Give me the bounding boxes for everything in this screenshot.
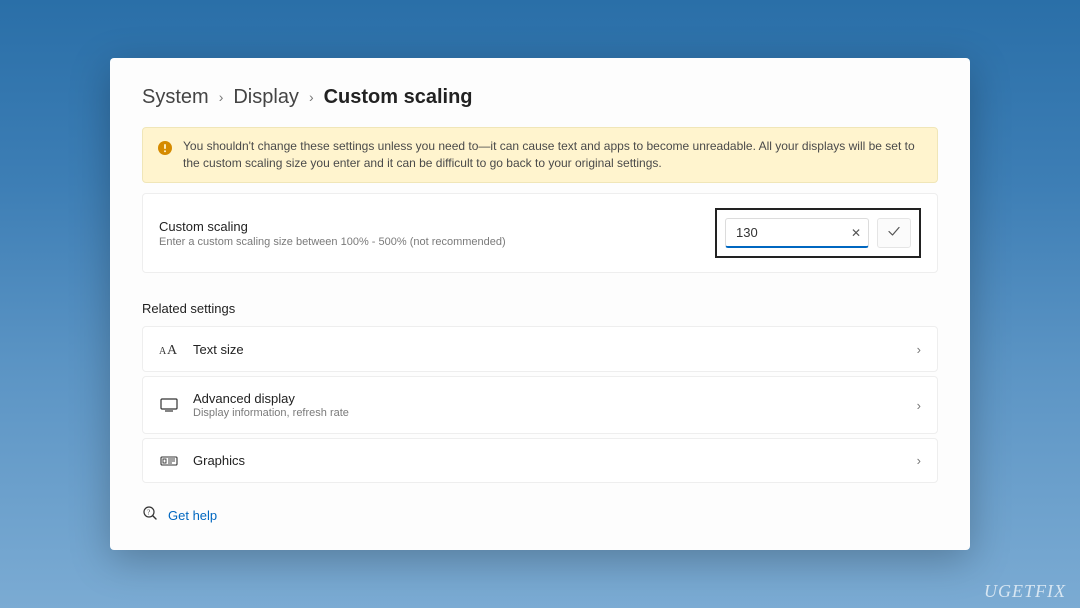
warning-banner: You shouldn't change these settings unle… — [142, 127, 938, 184]
custom-scaling-title: Custom scaling — [159, 219, 715, 234]
related-item-graphics[interactable]: Graphics › — [142, 438, 938, 483]
related-item-subtitle: Display information, refresh rate — [193, 407, 903, 419]
related-item-title: Graphics — [193, 453, 903, 468]
related-item-title: Advanced display — [193, 391, 903, 406]
watermark: UGETFIX — [984, 581, 1066, 602]
text-size-icon: AA — [159, 341, 179, 357]
warning-icon — [157, 140, 173, 161]
chevron-right-icon: › — [917, 398, 921, 413]
custom-scaling-input[interactable] — [725, 218, 869, 248]
custom-scaling-row: Custom scaling Enter a custom scaling si… — [142, 193, 938, 273]
graphics-icon — [159, 454, 179, 468]
chevron-right-icon: › — [917, 342, 921, 357]
check-icon — [887, 224, 901, 243]
svg-text:A: A — [167, 343, 178, 357]
svg-text:A: A — [159, 346, 167, 357]
related-item-text-size[interactable]: AA Text size › — [142, 326, 938, 372]
svg-text:?: ? — [147, 509, 150, 517]
chevron-right-icon: › — [309, 89, 314, 105]
help-icon: ? — [142, 505, 158, 526]
breadcrumb-system[interactable]: System — [142, 86, 209, 109]
display-icon — [159, 398, 179, 412]
related-settings-heading: Related settings — [142, 301, 938, 316]
breadcrumb-current: Custom scaling — [324, 86, 473, 109]
breadcrumb: System › Display › Custom scaling — [142, 86, 938, 109]
apply-button[interactable] — [877, 218, 911, 248]
related-item-title: Text size — [193, 342, 903, 357]
breadcrumb-display[interactable]: Display — [233, 86, 299, 109]
related-item-advanced-display[interactable]: Advanced display Display information, re… — [142, 376, 938, 434]
clear-input-icon[interactable]: ✕ — [851, 226, 861, 240]
get-help-link[interactable]: Get help — [168, 508, 217, 523]
custom-scaling-input-group: ✕ — [715, 208, 921, 258]
chevron-right-icon: › — [917, 453, 921, 468]
chevron-right-icon: › — [219, 89, 224, 105]
settings-panel: System › Display › Custom scaling You sh… — [110, 58, 970, 551]
custom-scaling-subtitle: Enter a custom scaling size between 100%… — [159, 236, 715, 248]
help-row: ? Get help — [142, 505, 938, 526]
warning-text: You shouldn't change these settings unle… — [183, 138, 923, 173]
